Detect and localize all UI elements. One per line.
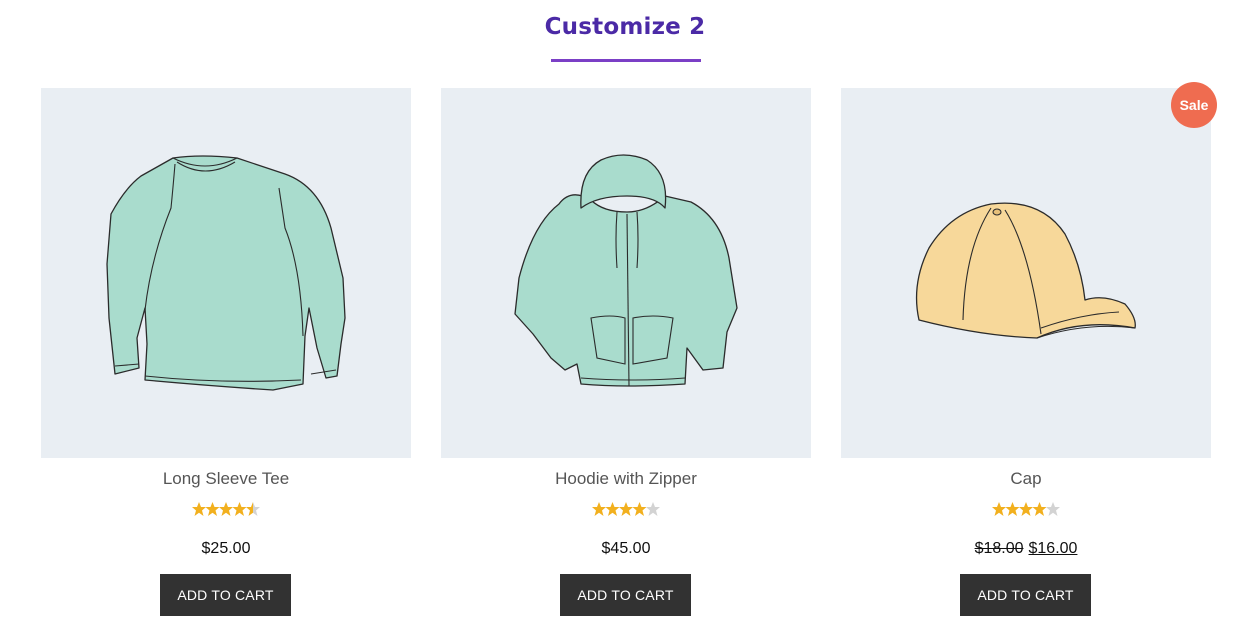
add-to-cart-button[interactable]: ADD TO CART — [560, 574, 691, 616]
star-icon — [992, 502, 1060, 516]
add-to-cart-button[interactable]: ADD TO CART — [160, 574, 291, 616]
product-title[interactable]: Cap — [841, 469, 1211, 489]
product-price: $45.00 — [441, 540, 811, 558]
product-price: $18.00 $16.00 — [841, 540, 1211, 558]
star-rating — [192, 501, 260, 517]
long-sleeve-tee-illustration — [106, 155, 346, 391]
product-card: Hoodie with Zipper $45.00 ADD TO CART — [441, 88, 811, 628]
product-image-cap[interactable] — [841, 88, 1211, 458]
star-icon — [192, 502, 260, 516]
heading-underline — [551, 59, 701, 62]
star-icon — [592, 502, 660, 516]
product-price: $25.00 — [41, 540, 411, 558]
product-card: Sale Cap $18.00 $16.00 ADD TO CART — [841, 82, 1217, 628]
product-title[interactable]: Hoodie with Zipper — [441, 469, 811, 489]
hoodie-illustration — [514, 154, 738, 387]
product-image-hoodie[interactable] — [441, 88, 811, 458]
regular-price: $18.00 — [974, 540, 1024, 557]
star-rating — [592, 501, 660, 517]
product-image-long-sleeve-tee[interactable] — [41, 88, 411, 458]
product-title[interactable]: Long Sleeve Tee — [41, 469, 411, 489]
price-value: $45.00 — [601, 540, 651, 557]
sale-price: $16.00 — [1028, 540, 1078, 557]
product-card: Long Sleeve Tee $25.00 ADD TO CART — [41, 88, 411, 628]
star-rating — [992, 501, 1060, 517]
price-value: $25.00 — [201, 540, 251, 557]
page-title: Customize 2 — [544, 14, 706, 40]
cap-illustration — [915, 202, 1136, 339]
sale-badge: Sale — [1171, 82, 1217, 128]
add-to-cart-button[interactable]: ADD TO CART — [960, 574, 1091, 616]
